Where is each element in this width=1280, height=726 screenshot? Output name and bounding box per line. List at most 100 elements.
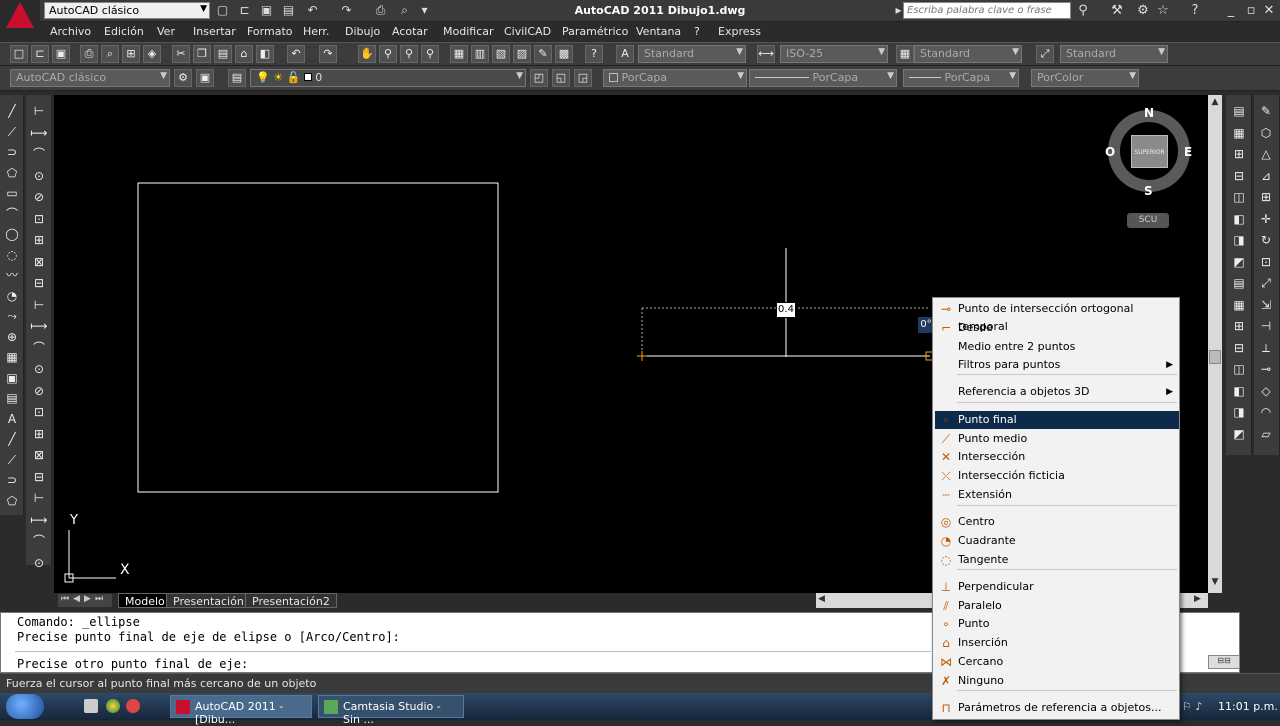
match-properties-icon[interactable]: ⌂	[235, 45, 253, 63]
application-menu-button[interactable]	[0, 0, 40, 40]
taskbar-camtasia[interactable]: Camtasia Studio - Sin ...	[318, 695, 464, 726]
subscription-icon[interactable]: ⚒	[1108, 3, 1126, 19]
tab-navigation-arrows[interactable]: ⏮◀▶⏭	[58, 594, 112, 607]
modify-ii-tool-icon[interactable]: ◨	[1230, 403, 1248, 421]
qat-dropdown-icon[interactable]: ▾	[416, 2, 433, 19]
layer-combo[interactable]: 💡 ☀ 🔓 0 ▼	[250, 69, 526, 87]
paste-icon[interactable]: ▤	[214, 45, 232, 63]
design-center-icon[interactable]: ▥	[471, 45, 489, 63]
modify-ii-tool-icon[interactable]: ▤	[1230, 102, 1248, 120]
modify-tool-icon[interactable]: ⤢	[1257, 274, 1275, 292]
dimension-tool-icon[interactable]: ⊟	[30, 468, 48, 486]
multileader-style-icon[interactable]: ⤢	[1036, 45, 1054, 63]
app-quicklaunch-icon[interactable]	[126, 699, 140, 713]
draw-tool-icon[interactable]: ╱	[3, 430, 21, 448]
favorites-icon[interactable]: ☆	[1154, 3, 1172, 19]
tool-palettes-icon[interactable]: ▧	[492, 45, 510, 63]
preview-icon[interactable]: ⌕	[396, 2, 413, 19]
menu-dibujo[interactable]: Dibujo	[345, 25, 380, 38]
tab-presentacion2[interactable]: Presentación2	[245, 593, 337, 608]
draw-tool-icon[interactable]: ▤	[3, 389, 21, 407]
context-menu-item[interactable]: ⊓ Parámetros de referencia a objetos...	[935, 699, 1179, 717]
modify-tool-icon[interactable]: ⊿	[1257, 167, 1275, 185]
menu-express[interactable]: Express	[718, 25, 761, 38]
layer-state-icon[interactable]: ◲	[574, 69, 592, 87]
modify-ii-tool-icon[interactable]: ◫	[1230, 188, 1248, 206]
context-menu-item[interactable]: ✗ Ninguno	[935, 672, 1179, 690]
layer-previous-icon[interactable]: ◱	[552, 69, 570, 87]
context-menu-item[interactable]: ◎ Centro	[935, 513, 1179, 531]
plotstyle-combo[interactable]: PorColor ▼	[1031, 69, 1139, 87]
draw-tool-icon[interactable]: ◯	[3, 225, 21, 243]
draw-tool-icon[interactable]: ╱	[3, 102, 21, 120]
modify-ii-tool-icon[interactable]: ▦	[1230, 296, 1248, 314]
multileader-style-combo[interactable]: Standard ▼	[1060, 45, 1168, 63]
draw-tool-icon[interactable]: ⬠	[3, 164, 21, 182]
vertical-scroll-thumb[interactable]	[1209, 350, 1221, 364]
restore-icon[interactable]: ▫	[1242, 3, 1260, 19]
dimension-tool-icon[interactable]: ⟼	[30, 511, 48, 529]
context-menu-item[interactable]: ⋈ Cercano	[935, 653, 1179, 671]
table-style-icon[interactable]: ▦	[896, 45, 914, 63]
print-icon[interactable]: ⎙	[372, 2, 389, 19]
save-icon[interactable]: ▣	[258, 2, 275, 19]
new-icon[interactable]: □	[10, 45, 28, 63]
undo-icon[interactable]: ↶	[304, 2, 321, 19]
draw-tool-icon[interactable]: ▦	[3, 348, 21, 366]
dimension-tool-icon[interactable]: ⟼	[30, 124, 48, 142]
modify-tool-icon[interactable]: ⬡	[1257, 124, 1275, 142]
close-icon[interactable]: ✕	[1260, 3, 1278, 19]
modify-tool-icon[interactable]: △	[1257, 145, 1275, 163]
open-icon[interactable]: ⊏	[31, 45, 49, 63]
modify-tool-icon[interactable]: ✛	[1257, 210, 1275, 228]
plot-preview-icon[interactable]: ⌕	[101, 45, 119, 63]
menu-parametrico[interactable]: Paramétrico	[562, 25, 628, 38]
3d-dwf-icon[interactable]: ◈	[143, 45, 161, 63]
dimension-tool-icon[interactable]: ⟼	[30, 317, 48, 335]
color-combo[interactable]: PorCapa ▼	[603, 69, 747, 87]
menu-herr[interactable]: Herr.	[303, 25, 329, 38]
context-menu-item[interactable]: ◔ Cuadrante	[935, 532, 1179, 550]
compass-north[interactable]: N	[1144, 106, 1154, 120]
help-icon[interactable]: ?	[585, 45, 603, 63]
save-as-icon[interactable]: ▤	[280, 2, 297, 19]
context-menu-item[interactable]: ⤫ Intersección ficticia	[935, 467, 1179, 485]
modify-ii-tool-icon[interactable]: ▤	[1230, 274, 1248, 292]
menu-civilcad[interactable]: CivilCAD	[504, 25, 551, 38]
modify-ii-tool-icon[interactable]: ⊞	[1230, 317, 1248, 335]
show-desktop-icon[interactable]	[84, 699, 98, 713]
modify-tool-icon[interactable]: ⊡	[1257, 253, 1275, 271]
command-scroll-icon[interactable]: ⊟⊟	[1208, 655, 1240, 669]
modify-ii-tool-icon[interactable]: ◩	[1230, 253, 1248, 271]
context-menu-item[interactable]: ⫽ Paralelo	[935, 597, 1179, 615]
make-current-layer-icon[interactable]: ◰	[530, 69, 548, 87]
scroll-up-icon[interactable]: ▲	[1209, 97, 1221, 109]
dimension-tool-icon[interactable]: ⊞	[30, 425, 48, 443]
menu-edicion[interactable]: Edición	[104, 25, 144, 38]
dimension-tool-icon[interactable]: ⊞	[30, 231, 48, 249]
context-menu-item[interactable]: ⊥ Perpendicular	[935, 578, 1179, 596]
draw-tool-icon[interactable]: ⟋	[3, 123, 21, 141]
dim-style-icon[interactable]: ⟷	[757, 45, 775, 63]
context-menu-item[interactable]: ⟋ Punto medio	[935, 430, 1179, 448]
tab-modelo[interactable]: Modelo	[118, 593, 172, 608]
modify-tool-icon[interactable]: ⊣	[1257, 317, 1275, 335]
draw-tool-icon[interactable]: A	[3, 410, 21, 428]
viewcube-face[interactable]: SUPERIOR	[1131, 135, 1168, 168]
menu-help[interactable]: ?	[694, 25, 700, 38]
dimension-tool-icon[interactable]: ⊙	[30, 360, 48, 378]
modify-ii-tool-icon[interactable]: ◧	[1230, 210, 1248, 228]
menu-insertar[interactable]: Insertar	[193, 25, 236, 38]
zoom-window-icon[interactable]: ⚲	[400, 45, 418, 63]
workspace-selector[interactable]: AutoCAD clásico ▼	[44, 2, 210, 19]
workspace-settings-icon[interactable]: ⚙	[174, 69, 192, 87]
context-menu-item[interactable]: Medio entre 2 puntos	[935, 338, 1179, 356]
draw-tool-icon[interactable]: ⊕	[3, 328, 21, 346]
dimension-tool-icon[interactable]: ⊢	[30, 489, 48, 507]
dimension-tool-icon[interactable]: ⌒	[30, 532, 48, 550]
context-menu-item[interactable]: ⊸ Punto de intersección ortogonal tempora…	[935, 300, 1179, 333]
text-style-icon[interactable]: A	[616, 45, 634, 63]
draw-tool-icon[interactable]: ⊃	[3, 143, 21, 161]
communication-icon[interactable]: ⚙	[1134, 3, 1152, 19]
modify-tool-icon[interactable]: ◇	[1257, 382, 1275, 400]
